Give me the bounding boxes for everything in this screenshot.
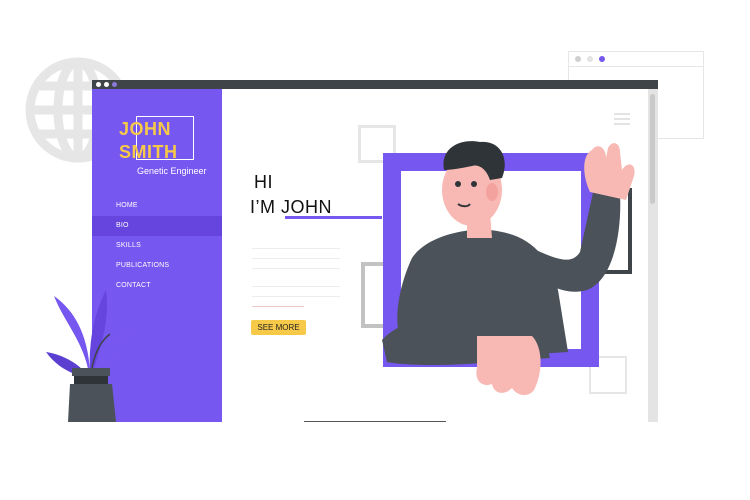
window-dot[interactable] <box>104 82 109 87</box>
person-waving-illustration <box>382 141 635 396</box>
placeholder-text-line <box>252 296 340 297</box>
sidebar-nav: HOME BIO SKILLS PUBLICATIONS CONTACT <box>92 196 222 296</box>
placeholder-text-line <box>252 268 340 269</box>
plant-illustration <box>46 290 130 422</box>
placeholder-text-line <box>252 258 340 259</box>
placeholder-text-line <box>252 306 304 307</box>
browser-titlebar <box>92 80 658 89</box>
content-divider <box>304 421 446 422</box>
hero-underline <box>285 216 382 219</box>
logo-name: JOHN SMITH <box>119 118 219 164</box>
logo-first-name: JOHN <box>119 119 172 139</box>
window-dot <box>575 56 581 62</box>
placeholder-text-line <box>252 286 340 287</box>
scrollbar-thumb[interactable] <box>650 94 655 204</box>
hero-intro: I’M JOHN <box>250 197 332 217</box>
logo-last-name: SMITH <box>119 142 178 162</box>
hero-greeting: HI <box>254 172 273 192</box>
window-dot <box>587 56 593 62</box>
background-window-titlebar <box>569 52 703 67</box>
nav-item-bio[interactable]: BIO <box>92 216 222 236</box>
hamburger-icon[interactable] <box>614 113 630 126</box>
nav-item-publications[interactable]: PUBLICATIONS <box>92 256 222 276</box>
see-more-button[interactable]: SEE MORE <box>251 320 306 335</box>
nav-item-home[interactable]: HOME <box>92 196 222 216</box>
nav-item-skills[interactable]: SKILLS <box>92 236 222 256</box>
placeholder-text-line <box>252 248 340 249</box>
window-dot[interactable] <box>96 82 101 87</box>
window-dot <box>599 56 605 62</box>
window-dot[interactable] <box>112 82 117 87</box>
logo-subtitle: Genetic Engineer <box>137 166 207 176</box>
